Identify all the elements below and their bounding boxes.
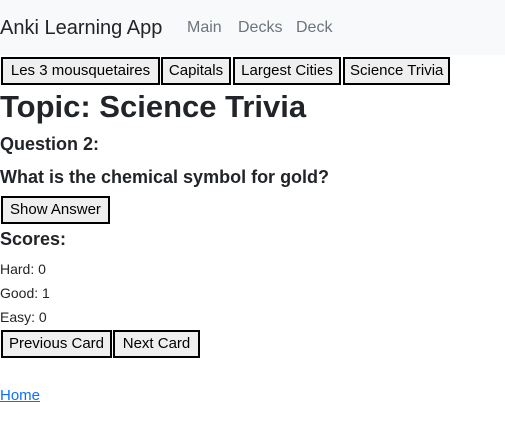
navbar: Anki Learning App Main Decks Deck xyxy=(0,0,505,55)
topic-title: Topic: Science Trivia xyxy=(0,89,307,124)
score-hard: Hard: 0 xyxy=(0,261,46,277)
next-card-button[interactable]: Next Card xyxy=(113,330,200,358)
deck-button-capitals[interactable]: Capitals xyxy=(161,57,231,85)
home-link[interactable]: Home xyxy=(0,386,40,406)
show-answer-button[interactable]: Show Answer xyxy=(1,196,110,224)
app-brand[interactable]: Anki Learning App xyxy=(0,14,162,42)
question-number: Question 2: xyxy=(0,134,100,154)
score-easy: Easy: 0 xyxy=(0,309,47,325)
previous-card-button[interactable]: Previous Card xyxy=(1,330,112,358)
nav-link-deck[interactable]: Deck xyxy=(296,17,332,39)
nav-link-decks[interactable]: Decks xyxy=(238,17,282,39)
deck-button-les-3-mousquetaires[interactable]: Les 3 mousquetaires xyxy=(1,57,160,85)
deck-button-science-trivia[interactable]: Science Trivia xyxy=(343,57,450,85)
scores-heading: Scores: xyxy=(0,229,67,249)
deck-button-largest-cities[interactable]: Largest Cities xyxy=(233,57,341,85)
question-text: What is the chemical symbol for gold? xyxy=(0,167,330,187)
nav-link-main[interactable]: Main xyxy=(187,17,222,39)
score-good: Good: 1 xyxy=(0,285,50,301)
